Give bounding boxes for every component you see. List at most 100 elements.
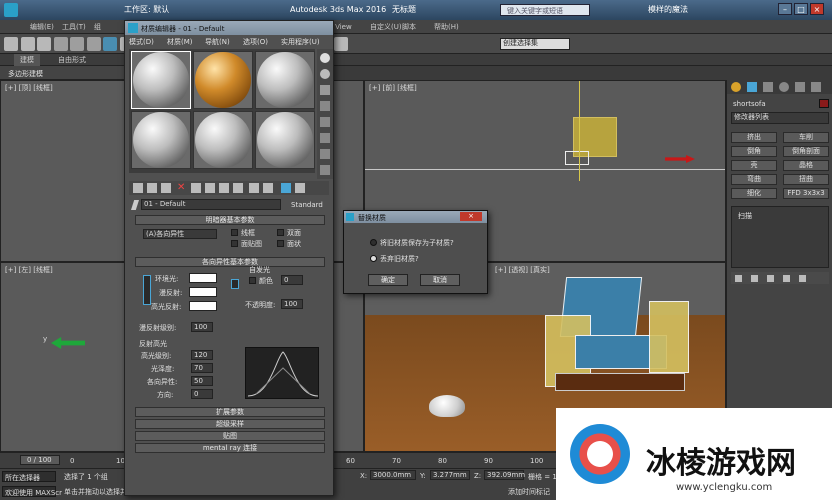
rollout-3[interactable]: mental ray 连接	[135, 443, 325, 453]
specular-color-swatch[interactable]	[189, 301, 217, 311]
workspace-selector[interactable]: 工作区: 默认	[124, 0, 169, 20]
sample-slot-6[interactable]	[255, 111, 315, 169]
mated-menu-2[interactable]: 导航(N)	[205, 37, 230, 47]
basic-params-header[interactable]: 各向异性基本参数	[135, 257, 325, 267]
viewport-label-left[interactable]: [+] [左] [线框]	[5, 265, 53, 275]
two-sided-checkbox[interactable]	[277, 229, 284, 236]
selection-lock-field[interactable]: 所在选择器	[2, 471, 56, 482]
diffuse-color-swatch[interactable]	[189, 287, 217, 297]
modifier-button[interactable]: 倒角剖面	[783, 146, 829, 157]
select-by-material-icon[interactable]	[320, 165, 330, 175]
mated-menu-0[interactable]: 模式(D)	[129, 37, 154, 47]
modifier-button[interactable]: 晶格	[783, 160, 829, 171]
rollout-1[interactable]: 超级采样	[135, 419, 325, 429]
add-time-tag[interactable]: 添加时间标记	[508, 487, 550, 497]
options-icon[interactable]	[320, 149, 330, 159]
sample-slot-3[interactable]	[255, 51, 315, 109]
keep-as-submaterial-radio[interactable]	[370, 239, 377, 246]
toolbar-tool-icon[interactable]	[20, 37, 35, 51]
menu-item-1[interactable]: 工具(T)	[62, 20, 86, 34]
object-color-swatch[interactable]	[819, 99, 829, 108]
sample-type-icon[interactable]	[320, 53, 330, 63]
rollout-2[interactable]: 贴图	[135, 431, 325, 441]
viewport-label-top[interactable]: [+] [顶] [线框]	[5, 83, 53, 93]
user-name[interactable]: 模样的魔法	[648, 0, 688, 20]
copy-material-icon[interactable]	[191, 183, 201, 193]
cancel-button[interactable]: 取消	[420, 274, 460, 286]
x-coordinate[interactable]: 3000.0mm	[370, 470, 416, 480]
utilities-tab-icon[interactable]	[811, 82, 821, 92]
toolbar-tool-icon[interactable]	[103, 37, 117, 51]
modifier-button[interactable]: 倒角	[731, 146, 777, 157]
material-editor-titlebar[interactable]: 材质编辑器 - 01 - Default	[125, 21, 333, 35]
object-name[interactable]: shortsofa	[733, 100, 766, 108]
modifier-button[interactable]: FFD 3x3x3	[783, 188, 829, 199]
self-illum-spinner[interactable]: 0	[281, 275, 303, 285]
named-selection-set-dropdown[interactable]: 创建选择集	[500, 38, 570, 50]
viewport-label-front[interactable]: [+] [前] [线框]	[369, 83, 417, 93]
motion-tab-icon[interactable]	[779, 82, 789, 92]
orientation-spinner[interactable]: 0	[191, 389, 213, 399]
self-illum-color-checkbox[interactable]	[249, 277, 256, 284]
assign-to-selection-icon[interactable]	[161, 183, 171, 193]
z-coordinate[interactable]: 392.09mm	[484, 470, 525, 480]
sample-slot-2[interactable]	[193, 51, 253, 109]
maxscript-listener[interactable]: 欢迎使用 MAXScr	[2, 486, 62, 497]
discard-old-material-radio[interactable]	[370, 255, 377, 262]
sample-slot-5[interactable]	[193, 111, 253, 169]
modifier-button[interactable]: 扭曲	[783, 174, 829, 185]
background-icon[interactable]	[320, 85, 330, 95]
reset-map-icon[interactable]: ✕	[177, 183, 187, 193]
remove-modifier-icon[interactable]	[783, 275, 790, 282]
anisotropy-spinner[interactable]: 50	[191, 376, 213, 386]
modifier-button[interactable]: 挤出	[731, 132, 777, 143]
wire-checkbox[interactable]	[231, 229, 238, 236]
menu-item-12[interactable]: 帮助(H)	[434, 20, 459, 34]
shader-params-header[interactable]: 明暗器基本参数	[135, 215, 325, 225]
dialog-close-button[interactable]: ×	[460, 212, 482, 221]
dialog-titlebar[interactable]: 替换材质 ×	[344, 211, 487, 223]
face-map-checkbox[interactable]	[231, 240, 238, 247]
tab-freeform[interactable]: 自由形式	[52, 54, 92, 66]
show-map-icon[interactable]	[249, 183, 259, 193]
toolbar-tool-icon[interactable]	[334, 37, 348, 51]
eyedropper-icon[interactable]	[131, 200, 139, 210]
go-forward-icon[interactable]	[295, 183, 305, 193]
search-input[interactable]: 键入关键字或短语	[500, 4, 590, 16]
teapot-model[interactable]	[429, 395, 465, 417]
close-button[interactable]: ×	[810, 3, 824, 15]
lock-specular-icon[interactable]	[231, 279, 239, 289]
specular-level-spinner[interactable]: 120	[191, 350, 213, 360]
armchair-model[interactable]	[545, 273, 695, 403]
stack-item[interactable]: 扫描	[738, 211, 752, 221]
show-end-icon[interactable]	[263, 183, 273, 193]
sample-slot-1[interactable]	[131, 51, 191, 109]
ok-button[interactable]: 确定	[368, 274, 408, 286]
put-to-scene-icon[interactable]	[147, 183, 157, 193]
toolbar-tool-icon[interactable]	[37, 37, 51, 51]
configure-sets-icon[interactable]	[799, 275, 806, 282]
make-unique-icon[interactable]	[767, 275, 774, 282]
modify-tab-icon[interactable]	[747, 82, 757, 92]
backlight-icon[interactable]	[320, 69, 330, 79]
opacity-spinner[interactable]: 100	[281, 299, 303, 309]
create-tab-icon[interactable]	[731, 82, 741, 92]
put-to-library-icon[interactable]	[219, 183, 229, 193]
modifier-list-dropdown[interactable]: 修改器列表	[731, 112, 829, 124]
minimize-button[interactable]: –	[778, 3, 792, 15]
material-id-icon[interactable]	[233, 183, 243, 193]
toolbar-tool-icon[interactable]	[86, 37, 101, 51]
toolbar-tool-icon[interactable]	[70, 37, 84, 51]
app-icon[interactable]	[4, 3, 18, 17]
uv-tiling-icon[interactable]	[320, 101, 330, 111]
tab-modeling[interactable]: 建模	[14, 54, 40, 66]
make-preview-icon[interactable]	[320, 133, 330, 143]
menu-item-11[interactable]: 脚本	[402, 20, 416, 34]
lock-ambient-diffuse-icon[interactable]	[143, 275, 151, 305]
go-to-parent-icon[interactable]	[281, 183, 291, 193]
material-name-field[interactable]: 01 - Default	[141, 199, 281, 210]
video-check-icon[interactable]	[320, 117, 330, 127]
glossiness-spinner[interactable]: 70	[191, 363, 213, 373]
faceted-checkbox[interactable]	[277, 240, 284, 247]
pin-stack-icon[interactable]	[735, 275, 742, 282]
